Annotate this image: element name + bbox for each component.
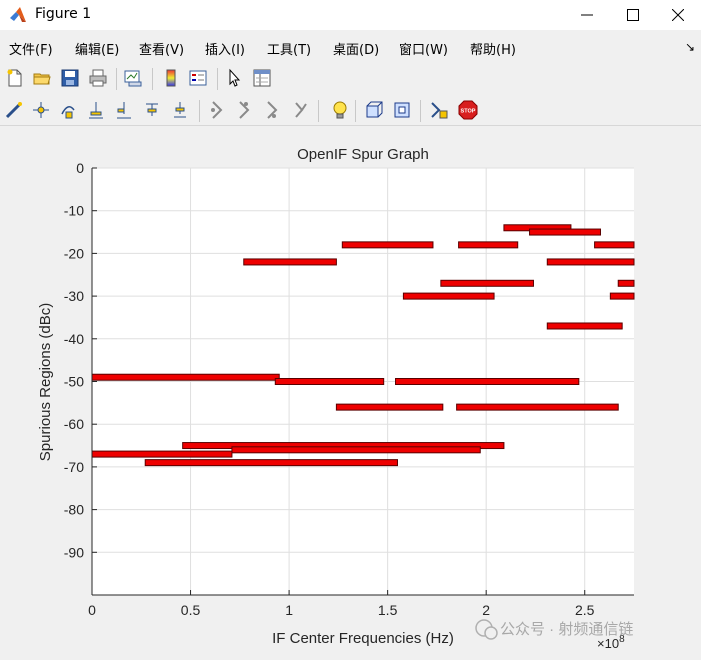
wechat-watermark-icon [475, 619, 498, 640]
window-title: Figure 1 [35, 6, 92, 22]
spur-region-bar [144, 459, 398, 467]
matlab-logo-icon [10, 7, 26, 22]
zoom-in-icon[interactable] [114, 100, 134, 120]
y-tick-label: -60 [64, 416, 84, 432]
y-tick-label: -90 [64, 544, 84, 560]
data-cursor-icon[interactable] [31, 100, 51, 120]
figure-canvas: 0 0.5 1 1.5 2 2.5 0 -10 -20 -30 -40 -50 -60 -70 -80 -90… [0, 126, 701, 656]
spur-region-bar [456, 403, 619, 411]
x-tick-label: 2 [482, 602, 490, 618]
spur-region-bar [91, 373, 280, 381]
menu-window[interactable]: 窗口(W) [399, 39, 448, 58]
chart-title: OpenIF Spur Graph [297, 146, 429, 163]
spur-region-bar [609, 292, 635, 300]
pointer-icon[interactable] [225, 68, 245, 88]
colorbar-icon[interactable] [161, 68, 181, 88]
menu-file[interactable]: 文件(F) [9, 39, 53, 58]
svg-text:STOP: STOP [461, 109, 476, 115]
spur-region-bar [231, 446, 481, 454]
x-exponent-base: ×10 [597, 636, 619, 651]
open-file-icon[interactable] [32, 68, 52, 88]
spur-region-bar [440, 279, 534, 287]
menu-help[interactable]: 帮助(H) [470, 39, 516, 58]
menu-edit[interactable]: 编辑(E) [75, 39, 119, 58]
figure-toolbar [0, 63, 701, 93]
menu-view[interactable]: 查看(V) [139, 39, 184, 58]
property-editor-icon[interactable] [252, 68, 272, 88]
y-tick-label: -40 [64, 331, 84, 347]
spur-region-bar [529, 228, 601, 236]
spur-region-bar [341, 241, 434, 249]
y-tick-label: -30 [64, 288, 84, 304]
y-tick-label: -80 [64, 502, 84, 518]
camera-toolbar: STOP [0, 95, 701, 126]
reset-view-icon[interactable] [170, 100, 190, 120]
ortho-icon[interactable] [392, 100, 412, 120]
toolbar-separator [199, 100, 200, 122]
spur-region-bar [458, 241, 519, 249]
toolbar-separator [420, 100, 421, 122]
zoom-out-icon[interactable] [142, 100, 162, 120]
spur-region-bar [243, 258, 337, 266]
x-tick-label: 2.5 [575, 602, 595, 618]
spur-region-bar [91, 450, 233, 458]
rotate-icon[interactable] [58, 100, 78, 120]
minimize-button[interactable] [564, 0, 610, 30]
spur-region-bar [594, 241, 635, 249]
toolbar-separator [152, 68, 153, 90]
x-tick-label: 0 [88, 602, 96, 618]
spur-region-bar [402, 292, 495, 300]
spur-region-bar [274, 378, 385, 385]
close-icon [672, 9, 684, 21]
brush-icon[interactable] [4, 100, 24, 120]
toolbar-separator [318, 100, 319, 122]
save-icon[interactable] [60, 68, 80, 88]
menu-desktop[interactable]: 桌面(D) [333, 39, 379, 58]
menu-bar: 文件(F) 编辑(E) 查看(V) 插入(I) 工具(T) 桌面(D) 窗口(W… [0, 36, 701, 60]
legend-icon[interactable] [188, 68, 208, 88]
projection-icon[interactable] [364, 100, 384, 120]
toolbar-separator [217, 68, 218, 90]
pan-icon[interactable] [86, 100, 106, 120]
print-icon[interactable] [88, 68, 108, 88]
menu-tools[interactable]: 工具(T) [267, 39, 311, 58]
spur-region-bar [395, 378, 580, 385]
orbit-icon[interactable] [234, 100, 254, 120]
menu-insert[interactable]: 插入(I) [205, 39, 245, 58]
menu-dock-arrow-icon[interactable]: ↘ [685, 40, 695, 54]
y-tick-label: -70 [64, 459, 84, 475]
x-tick-label: 0.5 [181, 602, 201, 618]
minimize-icon [581, 14, 593, 16]
y-tick-label: 0 [76, 160, 84, 176]
spur-region-bar [617, 279, 635, 287]
plot-edit-icon[interactable] [429, 100, 449, 120]
spur-region-bar [546, 322, 623, 330]
y-tick-label: -50 [64, 374, 84, 390]
spur-chart: 0 0.5 1 1.5 2 2.5 0 -10 -20 -30 -40 -50 -60 -70 -80 -90… [37, 146, 635, 651]
select-icon[interactable] [207, 100, 227, 120]
light-icon[interactable] [262, 100, 282, 120]
x-tick-label: 1.5 [378, 602, 398, 618]
x-tick-label: 1 [285, 602, 293, 618]
title-bar: Figure 1 [0, 0, 701, 30]
close-button[interactable] [655, 0, 701, 30]
y-tick-label: -10 [64, 203, 84, 219]
watermark-text: 公众号 · 射频通信链 [500, 621, 633, 638]
maximize-icon [627, 9, 639, 21]
new-figure-icon[interactable] [5, 68, 25, 88]
link-plot-icon[interactable] [123, 68, 143, 88]
roll-icon[interactable] [290, 100, 310, 120]
spur-region-bar [335, 403, 444, 411]
x-axis-label: IF Center Frequencies (Hz) [272, 630, 454, 647]
toolbar-separator [116, 68, 117, 90]
stop-icon[interactable]: STOP [458, 100, 478, 120]
lightbulb-icon[interactable] [330, 100, 350, 120]
maximize-button[interactable] [610, 0, 656, 30]
spur-region-bar [546, 258, 635, 266]
y-axis-label: Spurious Regions (dBc) [37, 303, 54, 461]
y-tick-label: -20 [64, 245, 84, 261]
toolbar-separator [355, 100, 356, 122]
